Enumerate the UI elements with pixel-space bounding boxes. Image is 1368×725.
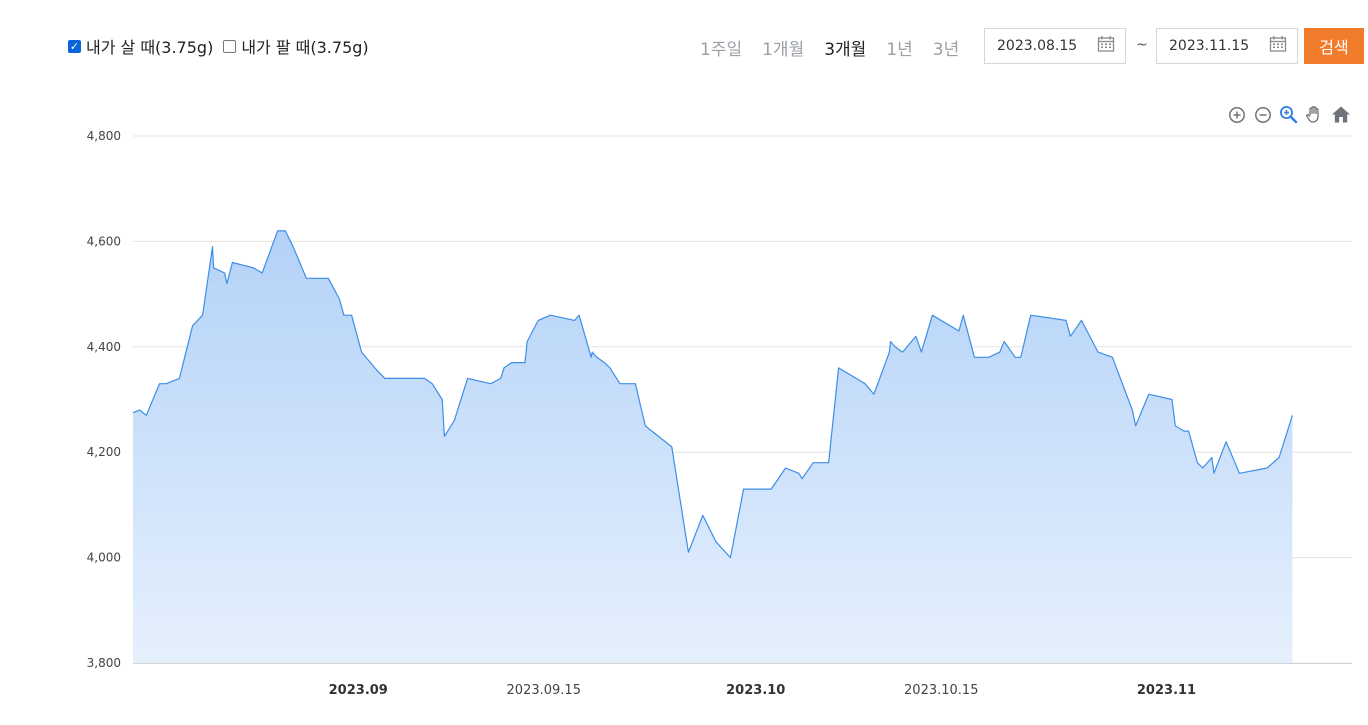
zoom-in-icon[interactable]	[1226, 104, 1247, 125]
period-tab-3months[interactable]: 3개월	[814, 35, 876, 60]
buy-price-checkbox-label: 내가 살 때(3.75g)	[86, 38, 214, 57]
end-date-value: 2023.11.15	[1169, 38, 1250, 54]
calendar-icon[interactable]	[1269, 35, 1287, 57]
period-tabs: 1주일 1개월 3개월 1년 3년	[690, 35, 969, 60]
y-tick-label: 4,600	[87, 234, 121, 248]
end-date-field[interactable]: 2023.11.15	[1156, 28, 1298, 64]
pan-hand-icon[interactable]	[1304, 104, 1325, 125]
sell-price-checkbox[interactable]: 내가 팔 때(3.75g)	[223, 34, 369, 58]
sell-price-checkbox-label: 내가 팔 때(3.75g)	[241, 38, 369, 57]
chart-toolbar	[1226, 104, 1351, 125]
period-tab-3years[interactable]: 3년	[923, 35, 969, 60]
sell-price-checkbox-box[interactable]	[223, 39, 237, 53]
period-tab-1week[interactable]: 1주일	[690, 35, 752, 60]
x-tick-label: 2023.09.15	[507, 683, 581, 698]
date-range-separator: ~	[1136, 37, 1148, 53]
x-tick-label: 2023.10.15	[904, 683, 978, 698]
zoom-select-icon[interactable]	[1278, 104, 1299, 125]
home-icon[interactable]	[1330, 104, 1351, 125]
y-tick-label: 4,200	[87, 445, 121, 459]
buy-price-checkbox[interactable]: 내가 살 때(3.75g)	[68, 34, 213, 58]
start-date-field[interactable]: 2023.08.15	[984, 28, 1126, 64]
buy-price-checkbox-box[interactable]	[68, 39, 81, 53]
period-tab-1year[interactable]: 1년	[876, 35, 922, 60]
x-tick-label: 2023.11	[1137, 683, 1196, 698]
y-tick-label: 4,800	[87, 129, 121, 143]
series-checkboxes: 내가 살 때(3.75g) 내가 팔 때(3.75g)	[68, 34, 369, 58]
price-area-chart[interactable]: 3,800 4,000 4,200 4,400 4,600 4,800 2023.09 202…	[0, 0, 1368, 725]
calendar-icon[interactable]	[1097, 35, 1115, 57]
period-tab-1month[interactable]: 1개월	[752, 35, 814, 60]
x-tick-label: 2023.10	[726, 683, 785, 698]
search-button[interactable]: 검색	[1304, 28, 1364, 64]
x-tick-label: 2023.09	[329, 683, 388, 698]
y-tick-label: 3,800	[87, 656, 121, 670]
start-date-value: 2023.08.15	[997, 38, 1078, 54]
zoom-out-icon[interactable]	[1252, 104, 1273, 125]
y-tick-label: 4,000	[87, 551, 121, 565]
y-tick-label: 4,400	[87, 340, 121, 354]
price-area-fill	[133, 230, 1293, 663]
